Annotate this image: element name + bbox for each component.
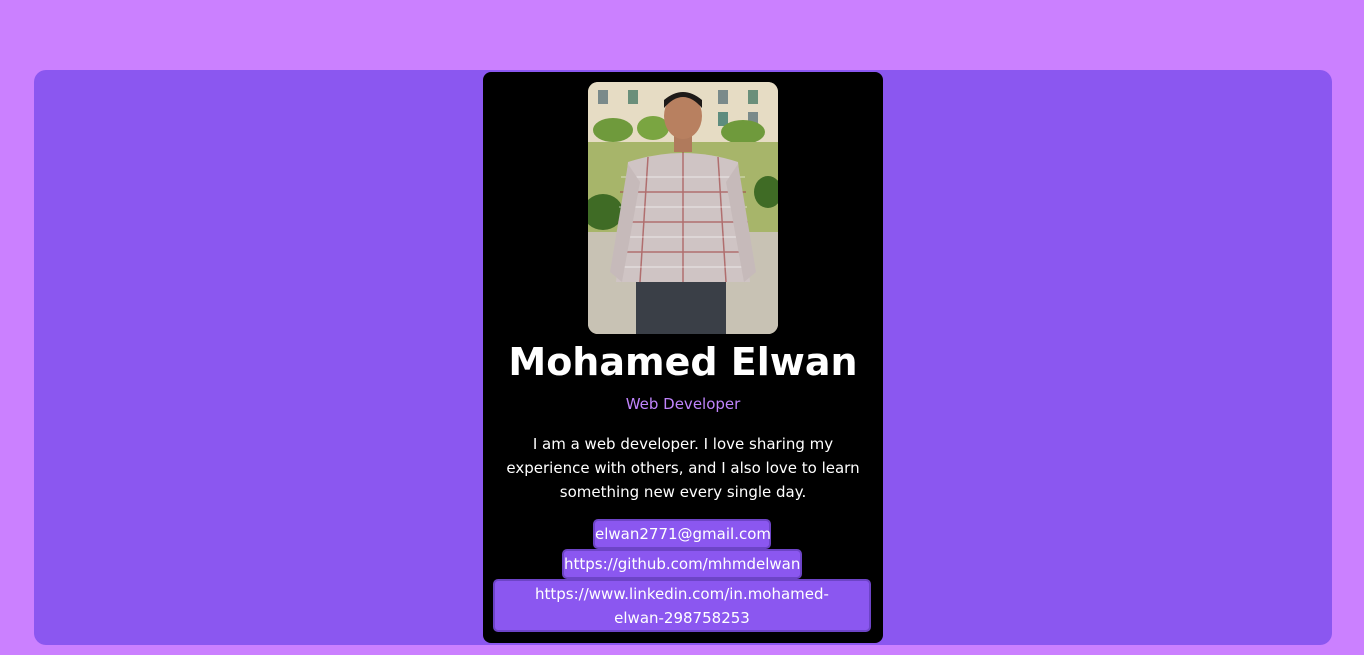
github-link[interactable]: https://github.com/mhmdelwan (562, 549, 802, 579)
linkedin-link[interactable]: https://www.linkedin.com/in.mohamed-elwa… (493, 579, 871, 632)
profile-card: Mohamed Elwan Web Developer I am a web d… (483, 72, 883, 643)
profile-name: Mohamed Elwan (508, 340, 858, 384)
profile-bio: I am a web developer. I love sharing my … (506, 435, 860, 501)
email-link[interactable]: elwan2771@gmail.com (593, 519, 771, 549)
profile-photo (588, 82, 778, 334)
profile-role: Web Developer (625, 395, 741, 413)
